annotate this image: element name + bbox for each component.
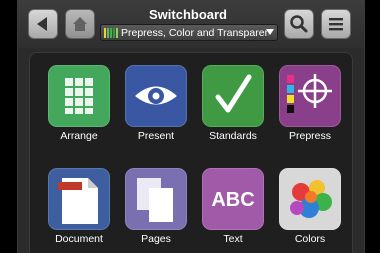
registration-mark-icon bbox=[287, 74, 332, 113]
document-icon bbox=[58, 178, 98, 224]
arrange-tile[interactable] bbox=[48, 65, 110, 127]
abc-glyph: ABC bbox=[211, 189, 254, 211]
colors-label: Colors bbox=[294, 233, 326, 245]
hamburger-menu-icon bbox=[329, 18, 343, 31]
pages-label: Pages bbox=[141, 233, 171, 245]
checkmark-icon bbox=[215, 74, 252, 113]
pages-tile[interactable] bbox=[125, 168, 187, 230]
document-label: Document bbox=[55, 233, 103, 245]
grid-icon bbox=[65, 78, 93, 114]
header-bar: Switchboard Prepress, Color and Transpar… bbox=[18, 0, 364, 48]
eye-icon bbox=[135, 86, 177, 105]
home-icon bbox=[73, 17, 87, 31]
pages-icon bbox=[137, 178, 173, 222]
text-tile[interactable]: ABC bbox=[202, 168, 264, 230]
arrange-label: Arrange bbox=[60, 130, 98, 142]
chevron-down-icon bbox=[266, 29, 274, 35]
text-label: Text bbox=[223, 233, 243, 245]
prepress-label: Prepress bbox=[288, 130, 331, 142]
standards-label: Standards bbox=[209, 130, 257, 142]
standards-tile[interactable] bbox=[202, 65, 264, 127]
present-label: Present bbox=[137, 130, 175, 142]
menu-button[interactable] bbox=[321, 9, 351, 39]
back-button[interactable] bbox=[28, 9, 58, 39]
color-splash-icon bbox=[290, 180, 332, 218]
switchboard-window: Switchboard Prepress, Color and Transpar… bbox=[17, 0, 365, 253]
search-icon bbox=[290, 15, 308, 33]
color-bars-icon bbox=[104, 27, 118, 38]
search-button[interactable] bbox=[284, 9, 314, 39]
prepress-tile[interactable] bbox=[279, 65, 341, 127]
document-tile[interactable] bbox=[48, 168, 110, 230]
abc-text-icon: ABC bbox=[211, 189, 254, 211]
colors-tile[interactable] bbox=[279, 168, 341, 230]
back-arrow-icon bbox=[37, 17, 47, 31]
present-tile[interactable] bbox=[125, 65, 187, 127]
tools-panel: Arrange Present Standards Prepress Docum… bbox=[29, 52, 353, 253]
home-button[interactable] bbox=[65, 9, 95, 39]
selector-value: Prepress, Color and Transparency bbox=[121, 26, 269, 39]
workflow-selector[interactable]: Prepress, Color and Transparency bbox=[100, 24, 278, 41]
window-title: Switchboard bbox=[148, 7, 227, 22]
